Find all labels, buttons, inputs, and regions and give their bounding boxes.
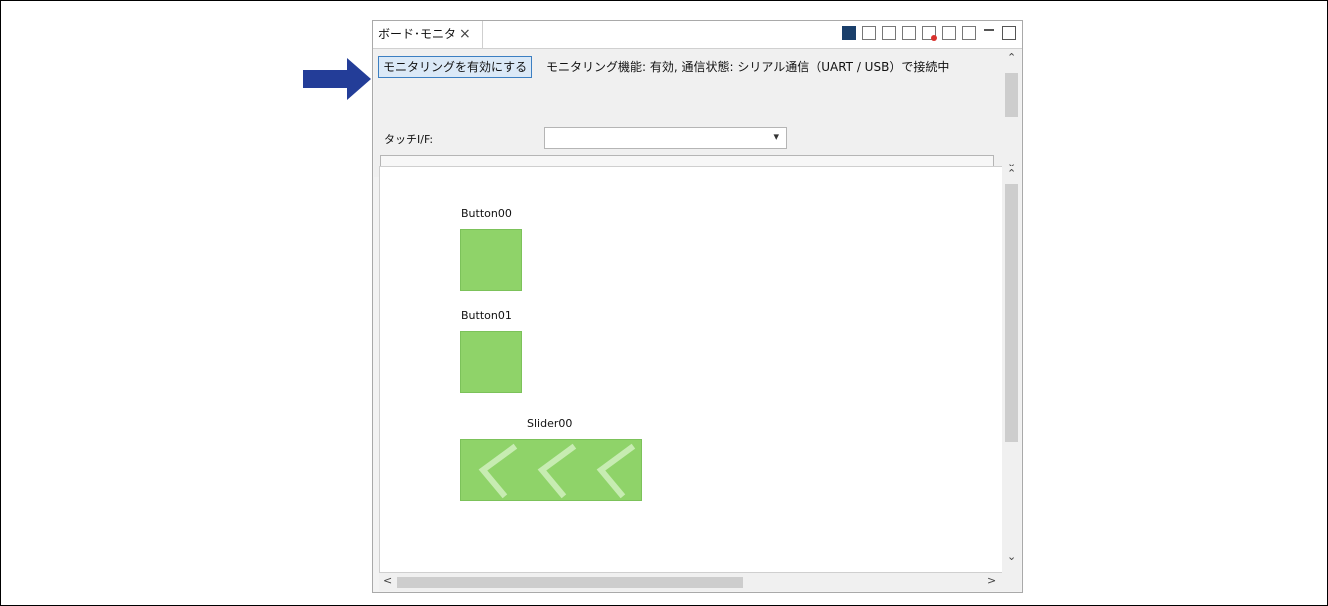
export-icon[interactable]	[862, 26, 876, 40]
tab-bar: ボード･モニタ ×	[373, 21, 1022, 49]
canvas-vertical-scrollbar[interactable]: ⌃ ⌄	[1002, 166, 1021, 573]
button01-label: Button01	[461, 309, 512, 322]
scroll-down-icon[interactable]: ⌄	[1007, 550, 1016, 563]
scroll-right-icon[interactable]: >	[987, 574, 996, 587]
save-icon[interactable]	[882, 26, 896, 40]
chevron-down-icon: ▾	[773, 130, 779, 143]
grid-icon[interactable]	[962, 26, 976, 40]
horizontal-scroll-thumb[interactable]	[397, 577, 743, 588]
monitor-controls: モニタリングを有効にする モニタリング機能: 有効, 通信状態: シリアル通信（…	[374, 49, 1002, 177]
slider00-widget[interactable]	[460, 439, 642, 501]
monitor-canvas: Button00 Button01 Slider00	[379, 166, 1003, 573]
vertical-scroll-thumb[interactable]	[1005, 184, 1018, 442]
tab-board-monitor[interactable]: ボード･モニタ ×	[373, 21, 483, 48]
button00-label: Button00	[461, 207, 512, 220]
enable-monitoring-button[interactable]: モニタリングを有効にする	[378, 56, 533, 78]
scroll-thumb[interactable]	[1005, 73, 1018, 117]
import-icon[interactable]	[902, 26, 916, 40]
minimize-icon[interactable]	[982, 26, 996, 40]
view-toolbar	[842, 26, 1016, 44]
scroll-corner	[1003, 573, 1021, 591]
button00-widget[interactable]	[460, 229, 522, 291]
scroll-up-icon[interactable]: ⌃	[1007, 51, 1016, 64]
record-icon[interactable]	[922, 26, 937, 41]
slider-chevrons-icon	[478, 443, 636, 499]
scroll-left-icon[interactable]: <	[383, 574, 392, 587]
board-monitor-panel: ボード･モニタ × モニタリングを有効にする モニタリング機能: 有効, 通信状…	[372, 20, 1023, 593]
blank-icon[interactable]	[942, 26, 956, 40]
slider00-label: Slider00	[527, 417, 573, 430]
scroll-up-icon[interactable]: ⌃	[1007, 167, 1016, 180]
touch-if-select[interactable]: ▾	[544, 127, 787, 149]
touch-if-label: タッチI/F:	[384, 133, 434, 146]
tab-title: ボード･モニタ	[378, 27, 457, 41]
close-icon[interactable]: ×	[459, 21, 471, 48]
callout-arrow-icon	[303, 58, 371, 100]
maximize-icon[interactable]	[1002, 26, 1016, 40]
controls-scrollbar[interactable]: ⌃ ⌄	[1002, 49, 1021, 177]
button01-widget[interactable]	[460, 331, 522, 393]
monitoring-status-text: モニタリング機能: 有効, 通信状態: シリアル通信（UART / USB）で接…	[546, 60, 950, 74]
panel-icon[interactable]	[842, 26, 856, 40]
canvas-horizontal-scrollbar[interactable]: < >	[379, 573, 1003, 591]
